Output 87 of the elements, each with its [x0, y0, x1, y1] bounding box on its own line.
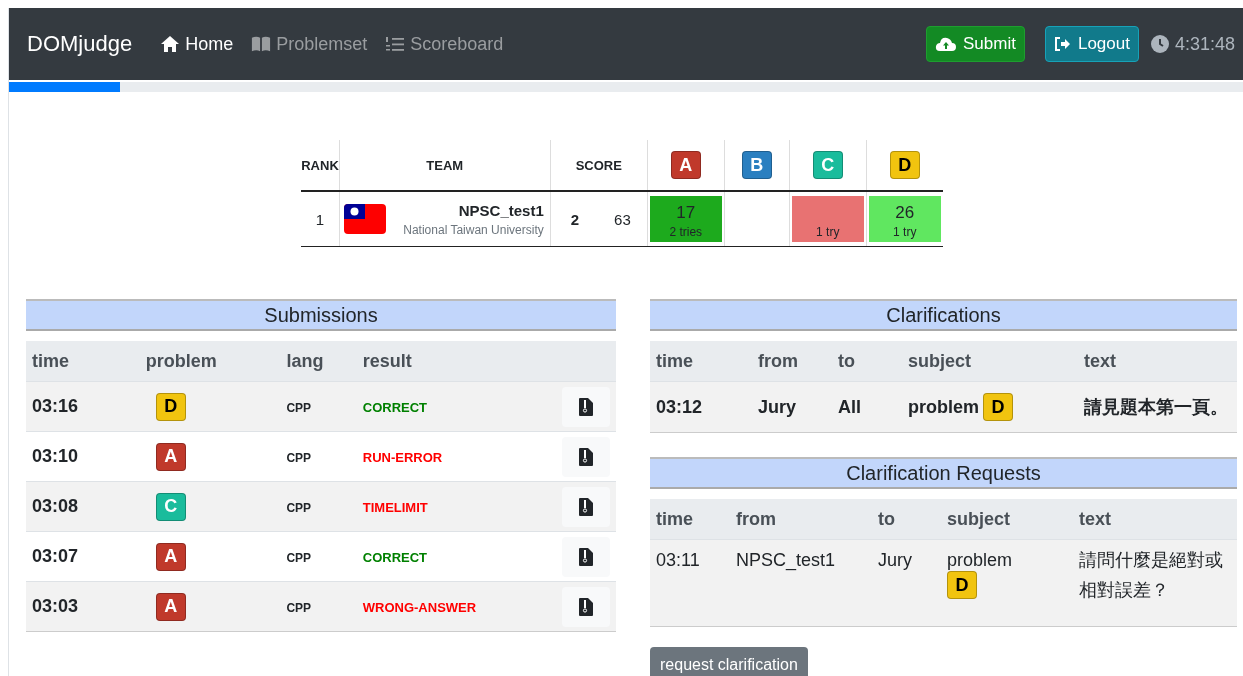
- subject[interactable]: problem: [947, 550, 1013, 570]
- column-header: from: [736, 508, 776, 529]
- zip-file-icon: [579, 497, 593, 516]
- language: CPP: [286, 450, 312, 465]
- column-header: TEAM: [339, 140, 551, 191]
- recipient[interactable]: All: [838, 396, 861, 417]
- column-header: text: [1079, 508, 1111, 529]
- section-title: Clarification Requests: [650, 457, 1237, 489]
- score-cell: 1 try: [791, 196, 864, 242]
- sender[interactable]: Jury: [758, 396, 797, 417]
- problem-badge: D: [947, 571, 977, 599]
- solved-count: 2: [570, 210, 580, 228]
- column-header: text: [1084, 350, 1116, 371]
- clock-icon: [1150, 35, 1169, 53]
- brand-logo[interactable]: DOMjudge: [27, 31, 133, 57]
- score-cell: 17 2 tries: [649, 196, 722, 242]
- language: CPP: [286, 600, 312, 615]
- home-icon: [160, 35, 181, 53]
- column-header: from: [758, 350, 798, 371]
- column-header: time: [656, 508, 693, 529]
- problem-badge: C: [155, 492, 186, 521]
- nav-link[interactable]: Home: [160, 33, 234, 55]
- submission-time: 03:08: [32, 496, 79, 516]
- score-cell: 26 1 try: [868, 196, 941, 242]
- zip-file-icon: [579, 547, 593, 566]
- clarification-time[interactable]: 03:11: [656, 550, 700, 570]
- column-header: RANK: [301, 140, 340, 191]
- section-title: Clarifications: [650, 299, 1237, 331]
- result-verdict: CORRECT: [362, 549, 428, 565]
- sender[interactable]: NPSC_test1: [736, 550, 836, 570]
- problem-badge: A: [670, 151, 701, 179]
- language: CPP: [286, 400, 312, 415]
- submission-time: 03:16: [32, 396, 79, 416]
- request-clarification-button[interactable]: request clarification: [650, 647, 808, 676]
- column-header: result: [362, 350, 412, 371]
- download-button[interactable]: [562, 536, 610, 577]
- result-verdict: RUN-ERROR: [362, 449, 443, 465]
- contest-clock: 4:31:48: [1174, 33, 1235, 55]
- download-button[interactable]: [562, 586, 610, 627]
- zip-file-icon: [579, 397, 593, 416]
- problem-badge: D: [155, 392, 186, 421]
- zip-file-icon: [579, 447, 593, 466]
- subject[interactable]: problem: [908, 396, 979, 418]
- rank: 1: [315, 210, 325, 228]
- problem-badge: C: [812, 151, 843, 179]
- problem-badge: D: [983, 393, 1013, 421]
- penalty-time: 63: [614, 210, 631, 228]
- team-affiliation: National Taiwan University: [403, 222, 544, 237]
- recipient[interactable]: Jury: [878, 550, 912, 570]
- submission-time: 03:10: [32, 446, 79, 466]
- zip-file-icon: [579, 597, 593, 616]
- submit-button[interactable]: Submit: [926, 26, 1025, 62]
- column-header: to: [878, 508, 895, 529]
- problem-badge: A: [155, 442, 186, 471]
- download-button[interactable]: [562, 386, 610, 427]
- team-name: NPSC_test1: [458, 201, 544, 219]
- download-button[interactable]: [562, 486, 610, 527]
- column-header: lang: [286, 350, 324, 371]
- nav-link[interactable]: Problemset: [251, 33, 368, 55]
- cloud-upload-icon: [935, 36, 957, 52]
- language: CPP: [286, 500, 312, 515]
- column-header: time: [656, 350, 693, 371]
- result-verdict: CORRECT: [362, 399, 428, 415]
- logout-button[interactable]: Logout: [1044, 26, 1139, 62]
- clarification-time[interactable]: 03:12: [656, 396, 703, 417]
- column-header: subject: [947, 508, 1011, 529]
- book-icon: [251, 35, 272, 53]
- column-header: to: [838, 350, 855, 371]
- result-verdict: WRONG-ANSWER: [362, 599, 477, 615]
- problem-badge: B: [741, 151, 772, 179]
- sign-out-icon: [1053, 36, 1072, 52]
- problem-badge: D: [889, 151, 920, 179]
- submission-time: 03:07: [32, 546, 79, 566]
- column-header: SCORE: [550, 140, 648, 191]
- problem-badge: A: [155, 542, 186, 571]
- nav-link[interactable]: Scoreboard: [385, 33, 504, 55]
- download-button[interactable]: [562, 436, 610, 477]
- submission-time: 03:03: [32, 596, 79, 616]
- language: CPP: [286, 550, 312, 565]
- column-header: time: [32, 350, 69, 371]
- problem-badge: A: [155, 592, 186, 621]
- flag-icon: [343, 204, 386, 234]
- result-verdict: TIMELIMIT: [362, 499, 428, 515]
- section-title: Submissions: [26, 299, 616, 331]
- column-header: problem: [145, 350, 217, 371]
- column-header: subject: [908, 350, 972, 371]
- ordered-list-icon: [385, 35, 406, 53]
